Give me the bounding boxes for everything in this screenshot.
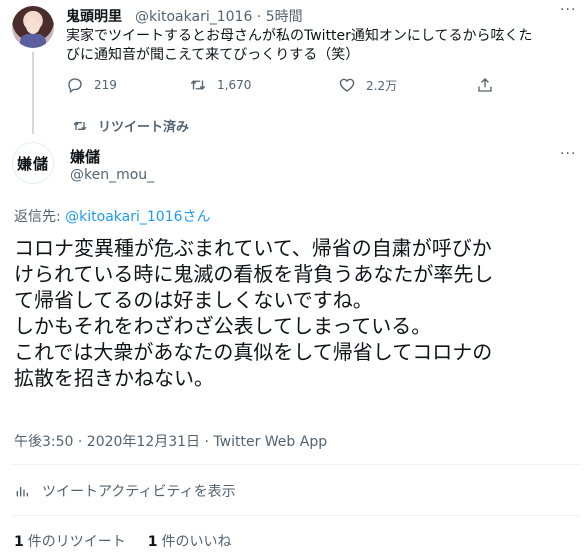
retweets-number: 1 [14,534,24,550]
engagement-counts: 1 件のリツイート 1 件のいいね [14,531,254,551]
retweet-count: 1,670 [217,78,252,92]
tweet-activity-link[interactable]: ツイートアクティビティを表示 [14,481,236,501]
divider [12,464,580,465]
main-text-line: しかもそれをわざわざ公表してしまっている。 [14,314,432,338]
retweets-count-link[interactable]: 1 件のリツイート [14,531,126,551]
thread-connector-line [32,52,34,134]
like-count: 2.2万 [366,78,398,93]
avatar-face [26,18,40,34]
main-text-line: て帰省してるのは好ましくないですね。 [14,288,373,312]
parent-tweet-text: 実家でツイートするとお母さんが私のTwitter通知オンにしてるから呟くた びに… [66,27,574,65]
main-tweet-text: コロナ変異種が危ぶまれていて、帰省の自粛が呼びか けられている時に鬼滅の看板を背… [14,235,580,391]
reply-to-handle-link[interactable]: @kitoakari_1016 [65,209,182,225]
retweet-button[interactable]: 1,670 [189,76,251,94]
main-avatar[interactable]: 嫌儲 [12,142,54,184]
parent-avatar[interactable] [12,6,54,48]
main-text-line: けられている時に鬼滅の看板を背負うあなたが率先し [14,262,494,286]
share-button[interactable] [476,76,504,94]
likes-number: 1 [147,534,158,550]
reply-icon [68,78,82,94]
reply-count: 219 [94,78,117,92]
tweet-client: Twitter Web App [213,434,328,450]
parent-more-icon[interactable]: ··· [560,2,576,18]
retweet-status-label: リツイート済み [98,120,190,135]
reply-to-line: 返信先: @kitoakari_1016さん [14,206,211,226]
parent-handle-time[interactable]: @kitoakari_1016 · 5時間 [135,6,303,26]
like-button[interactable]: 2.2万 [338,76,397,94]
parent-action-bar: 219 1,670 2.2万 [66,76,536,96]
retweet-icon [190,80,206,90]
likes-count-link[interactable]: 1 件のいいね [148,531,232,551]
retweet-icon [73,121,87,130]
divider [12,515,580,516]
parent-text-line: 実家でツイートするとお母さんが私のTwitter通知オンにしてるから呟くた [66,28,533,44]
reply-to-prefix: 返信先: [14,209,66,225]
likes-label: 件のいいね [161,534,232,550]
avatar-body [20,34,46,48]
retweets-label: 件のリツイート [27,534,126,550]
main-text-line: これでは大衆があなたの真似をして帰省してコロナの [14,340,493,364]
heart-icon [339,78,355,92]
share-icon [478,78,492,92]
main-display-name[interactable]: 嫌儲 [70,146,100,167]
retweet-status: リツイート済み [72,116,189,135]
tweet-activity-label: ツイートアクティビティを表示 [42,484,236,500]
main-handle[interactable]: @ken_mou_ [70,167,154,183]
analytics-icon [16,487,28,497]
parent-display-name[interactable]: 鬼頭明里 [66,6,122,26]
parent-text-line: びに通知音が聞こえて来てびっくりする（笑） [66,47,360,63]
main-more-icon[interactable]: ··· [560,146,576,162]
main-text-line: 拡散を招きかねない。 [14,366,214,390]
reply-button[interactable]: 219 [66,76,117,94]
tweet-timestamp-line: 午後3:50 · 2020年12月31日 · Twitter Web App [14,431,327,451]
reply-to-suffix: さん [182,209,211,225]
tweet-timestamp[interactable]: 午後3:50 · 2020年12月31日 · [14,434,213,450]
main-text-line: コロナ変異種が危ぶまれていて、帰省の自粛が呼びか [14,236,492,260]
